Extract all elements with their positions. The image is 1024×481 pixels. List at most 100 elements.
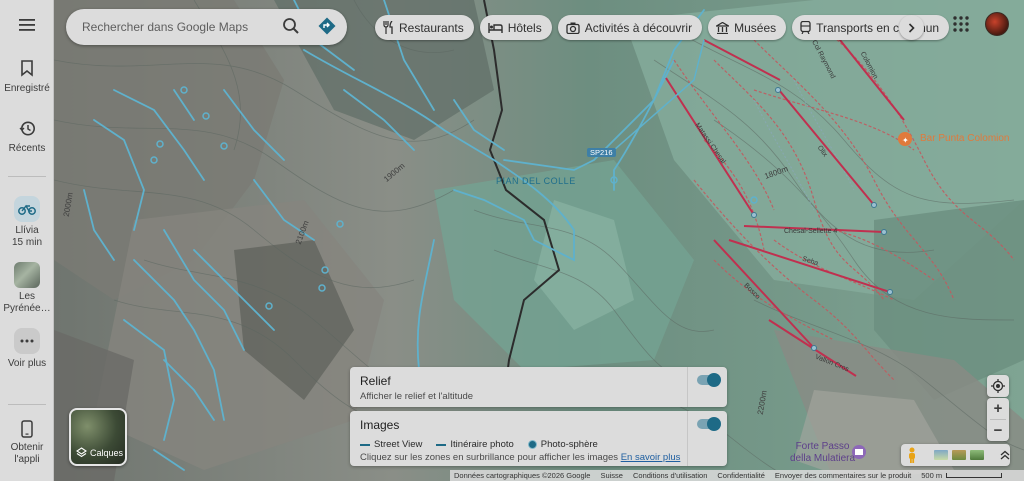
- sidebar-item-llivia[interactable]: Llívia 15 min: [0, 196, 54, 249]
- layer-images-card: Images Street View Itinéraire photo Phot…: [350, 411, 727, 466]
- zoom-in-button[interactable]: +: [987, 398, 1009, 419]
- sidebar-divider: [8, 176, 46, 177]
- feedback-link[interactable]: Envoyer des commentaires sur le produit: [775, 471, 911, 480]
- sidebar-item-label: Voir plus: [7, 358, 47, 369]
- phone-icon: [21, 420, 33, 438]
- images-legend: Street View Itinéraire photo Photo-sphèr…: [360, 439, 598, 450]
- account-avatar[interactable]: [985, 12, 1009, 36]
- train-icon: [800, 21, 811, 34]
- relief-toggle[interactable]: [697, 373, 721, 387]
- chevron-right-icon: [908, 22, 915, 33]
- sidebar-item-get-app[interactable]: Obtenir l'appli: [0, 420, 54, 466]
- terms-link[interactable]: Conditions d'utilisation: [633, 471, 707, 480]
- poi-label-line-2: della Mulatiera: [790, 453, 856, 464]
- sidebar-item-saved[interactable]: Enregistré: [0, 60, 54, 95]
- chip-label: Activités à découvrir: [584, 20, 693, 35]
- layers-label: Calques: [76, 447, 123, 458]
- chip-activities[interactable]: Activités à découvrir: [557, 15, 703, 40]
- layer-relief-description: Afficher le relief et l'altitude: [360, 391, 474, 402]
- scale-label: 500 m: [921, 471, 943, 480]
- history-icon: [19, 121, 35, 136]
- museum-icon: [716, 21, 730, 34]
- bicycle-icon-container: [14, 196, 40, 222]
- scale-bar-graphic: [946, 473, 1003, 478]
- imagery-thumb-1[interactable]: [934, 450, 948, 460]
- chip-label: Musées: [734, 20, 777, 35]
- directions-icon[interactable]: [318, 17, 336, 35]
- svg-text:✦: ✦: [902, 136, 909, 145]
- sidebar-item-label: Obtenir l'appli: [10, 442, 44, 465]
- scale-bar[interactable]: 500 m: [921, 471, 1003, 480]
- map-canvas[interactable]: ✦ PIAN DEL COLLE SP216 Bar Punta Colomio…: [54, 0, 1024, 481]
- sidebar-item-label: Llívia: [15, 225, 39, 236]
- country-link[interactable]: Suisse: [600, 471, 623, 480]
- bicycle-icon: [18, 204, 36, 215]
- imagery-thumb-3[interactable]: [970, 450, 984, 460]
- poi-label-line-1: Forte Passo: [795, 441, 850, 452]
- search-input[interactable]: [82, 20, 272, 34]
- images-description-text: Cliquez sur les zones en surbrillance po…: [360, 452, 619, 463]
- chip-transit[interactable]: Transports en commun: [792, 15, 950, 40]
- legend-label: Itinéraire photo: [450, 439, 514, 450]
- sidebar-item-label: Les Pyrénée…: [3, 291, 51, 314]
- chip-label: Hôtels: [507, 20, 542, 35]
- sidebar-item-see-more[interactable]: Voir plus: [0, 328, 54, 370]
- menu-button[interactable]: [0, 18, 54, 32]
- road-shield-sp216: SP216: [587, 148, 616, 157]
- photo-route-dash-swatch: [436, 443, 447, 446]
- layer-images-description: Cliquez sur les zones en surbrillance po…: [360, 452, 680, 463]
- left-sidebar: Enregistré Récents Llívia 15 min Les Pyr…: [0, 0, 54, 481]
- sidebar-item-sublabel: 15 min: [11, 237, 42, 248]
- chip-restaurants[interactable]: Restaurants: [375, 15, 474, 40]
- layer-images-title: Images: [360, 418, 400, 432]
- images-toggle[interactable]: [697, 417, 721, 431]
- imagery-thumb-2[interactable]: [952, 450, 966, 460]
- google-apps-button[interactable]: [952, 15, 970, 38]
- category-chips: Restaurants Hôtels Activités à découvrir…: [375, 15, 950, 40]
- legend-photo-sphere: Photo-sphère: [527, 439, 598, 450]
- more-dots-icon: [20, 339, 34, 343]
- legend-photo-route: Itinéraire photo: [436, 439, 514, 450]
- search-icon[interactable]: [282, 17, 300, 35]
- sidebar-item-recent[interactable]: Récents: [0, 120, 54, 155]
- panel-divider: [687, 411, 688, 466]
- poi-label-forte-passo[interactable]: Forte Passo della Mulatiera: [790, 441, 855, 465]
- street-view-line-swatch: [360, 443, 370, 446]
- sidebar-divider: [8, 404, 46, 405]
- legend-label: Street View: [374, 439, 423, 450]
- chip-museums[interactable]: Musées: [708, 15, 787, 40]
- pegman-icon[interactable]: [906, 447, 918, 463]
- chip-label: Restaurants: [399, 20, 464, 35]
- search-box: [66, 9, 347, 45]
- privacy-link[interactable]: Confidentialité: [717, 471, 765, 480]
- camera-icon: [566, 22, 580, 34]
- chevron-up-icon[interactable]: [1000, 450, 1010, 460]
- bed-icon: [488, 22, 503, 33]
- more-dots-icon-container: [14, 328, 40, 354]
- imagery-strip: [901, 444, 1010, 466]
- my-location-button[interactable]: [987, 375, 1009, 397]
- hamburger-menu-icon: [19, 19, 35, 31]
- layers-button[interactable]: Calques: [69, 408, 127, 466]
- legend-street-view: Street View: [360, 439, 422, 450]
- sidebar-item-les-pyrenees[interactable]: Les Pyrénée…: [0, 262, 54, 315]
- piste-label-2: Chesal-Sellette 4: [784, 228, 838, 235]
- zoom-controls: + −: [987, 398, 1009, 441]
- legend-label: Photo-sphère: [540, 439, 598, 450]
- map-terrain: ✦: [54, 0, 1024, 481]
- layer-relief-card: Relief Afficher le relief et l'altitude: [350, 367, 727, 407]
- layer-relief-title: Relief: [360, 374, 391, 388]
- panel-divider: [687, 367, 688, 407]
- chips-next-button[interactable]: [899, 15, 924, 40]
- zoom-out-button[interactable]: −: [987, 420, 1009, 441]
- place-label-pian-del-colle: PIAN DEL COLLE: [496, 176, 576, 186]
- chip-hotels[interactable]: Hôtels: [479, 15, 552, 40]
- poi-label-bar-punta-colomion[interactable]: Bar Punta Colomion: [920, 133, 1010, 144]
- layers-label-text: Calques: [90, 447, 124, 458]
- sidebar-item-label: Récents: [8, 143, 46, 154]
- my-location-icon: [991, 379, 1005, 393]
- learn-more-link[interactable]: En savoir plus: [621, 452, 681, 463]
- apps-grid-icon: [953, 16, 969, 32]
- bookmark-icon: [21, 60, 33, 77]
- map-data-attribution: Données cartographiques ©2026 Google: [454, 471, 591, 480]
